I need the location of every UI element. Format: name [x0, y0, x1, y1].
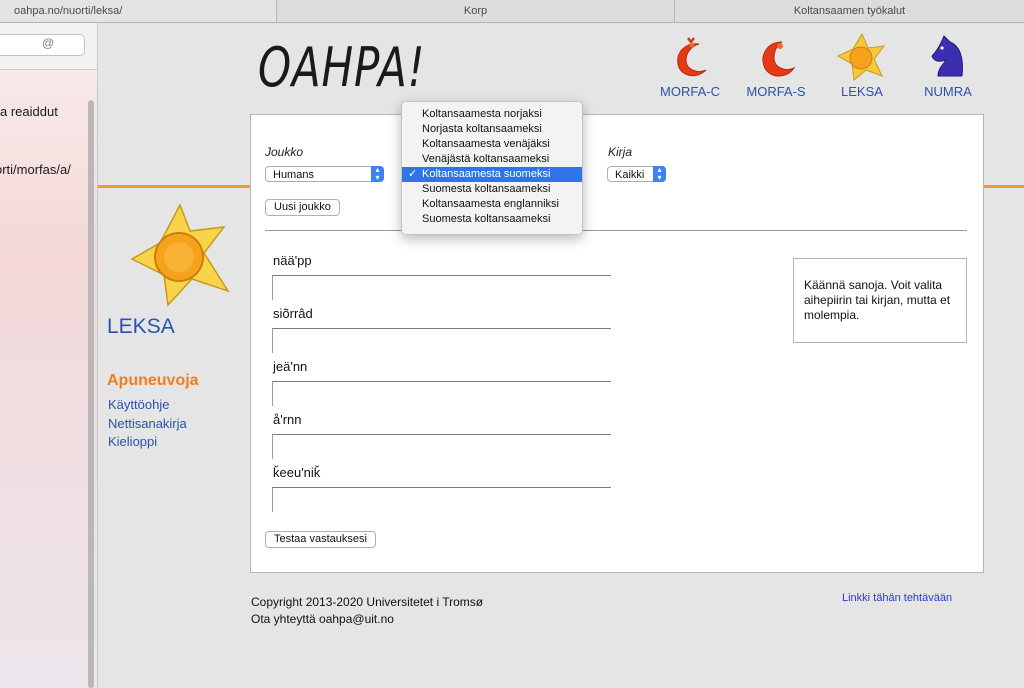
dropdown-option-selected[interactable]: ✓ Koltansaamesta suomeksi — [402, 167, 582, 182]
dropdown-option[interactable]: Koltansaamesta norjaksi — [402, 107, 582, 122]
select-arrows-icon: ▴ ▾ — [653, 166, 666, 182]
dropdown-option[interactable]: Venäjästä koltansaameksi — [402, 152, 582, 167]
answer-input[interactable] — [272, 275, 611, 300]
link-user-guide[interactable]: Käyttöohje — [108, 397, 169, 412]
link-grammar[interactable]: Kielioppi — [108, 434, 157, 449]
word-label: å'rnn — [273, 412, 302, 427]
submit-answers-button[interactable]: Testaa vastauksesi — [265, 531, 376, 548]
dropdown-option[interactable]: Suomesta koltansaameksi — [402, 182, 582, 197]
form-divider — [265, 230, 967, 231]
word-label: siõrrâd — [273, 306, 313, 321]
answer-input[interactable] — [272, 434, 611, 459]
copyright-text: Copyright 2013-2020 Universitetet i Trom… — [251, 595, 484, 609]
word-label: nää'pp — [273, 253, 312, 268]
blue-knight-icon — [931, 35, 963, 77]
permalink-link[interactable]: Linkki tähän tehtävään — [842, 592, 952, 604]
joukko-select[interactable]: Humans ▴ ▾ — [265, 166, 384, 182]
oahpa-logo[interactable]: OAHPA! — [258, 36, 425, 99]
kirja-label: Kirja — [608, 145, 633, 159]
tools-heading: Apuneuvoja — [107, 372, 199, 389]
checkmark-icon: ✓ — [408, 168, 418, 180]
nav-label: MORFA-C — [660, 84, 720, 99]
leksa-star-icon — [130, 203, 230, 307]
yellow-star-icon — [836, 32, 886, 81]
nav-label: MORFA-S — [746, 84, 806, 99]
dropdown-option[interactable]: Koltansaamesta venäjäksi — [402, 137, 582, 152]
answer-input[interactable] — [272, 487, 611, 512]
browser-tab-oahpa[interactable]: oahpa.no/nuorti/leksa/ — [0, 0, 277, 22]
dropdown-option[interactable]: Suomesta koltansaameksi — [402, 212, 582, 227]
nav-morfa-s[interactable]: MORFA-S — [736, 32, 816, 99]
instructions-box: Käännä sanoja. Voit valita aihepiirin ta… — [793, 258, 967, 343]
left-panel-line[interactable]: a reaiddut — [0, 104, 58, 119]
left-panel-line[interactable]: orti/morfas/a/ — [0, 162, 71, 177]
new-set-button[interactable]: Uusi joukko — [265, 199, 340, 216]
left-side-panel — [0, 23, 98, 688]
left-panel-scrollbar[interactable] — [88, 100, 94, 688]
dropdown-option[interactable]: Norjasta koltansaameksi — [402, 122, 582, 137]
dropdown-option[interactable]: Koltansaamesta englanniksi — [402, 197, 582, 212]
browser-tab-tools[interactable]: Koltansaamen työkalut — [675, 0, 1024, 22]
browser-tab-bar: oahpa.no/nuorti/leksa/ Korp Koltansaamen… — [0, 0, 1024, 23]
sidebar-title: LEKSA — [107, 315, 175, 338]
kirja-select[interactable]: Kaikki ▴ ▾ — [607, 166, 666, 182]
red-crescent-c-icon — [677, 37, 707, 77]
nav-numra[interactable]: NUMRA — [908, 32, 988, 99]
at-sign-icon: @ — [42, 36, 55, 50]
nav-morfa-c[interactable]: MORFA-C — [650, 32, 730, 99]
direction-dropdown-menu: Koltansaamesta norjaksi Norjasta koltans… — [401, 101, 583, 235]
word-label: jeä'nn — [273, 359, 308, 374]
red-crescent-s-icon — [762, 41, 796, 77]
link-online-dictionary[interactable]: Nettisanakirja — [108, 416, 187, 431]
joukko-label: Joukko — [265, 145, 304, 159]
kirja-value: Kaikki — [615, 169, 645, 181]
nav-label: NUMRA — [924, 84, 972, 99]
nav-label: LEKSA — [841, 84, 883, 99]
browser-tab-korp[interactable]: Korp — [277, 0, 675, 22]
answer-input[interactable] — [272, 328, 611, 353]
contact-text: Ota yhteyttä oahpa@uit.no — [251, 612, 394, 626]
select-arrows-icon: ▴ ▾ — [371, 166, 384, 182]
joukko-value: Humans — [273, 169, 314, 181]
answer-input[interactable] — [272, 381, 611, 406]
nav-leksa[interactable]: LEKSA — [822, 32, 902, 99]
word-label: ǩeeu'niǩ — [273, 465, 321, 480]
